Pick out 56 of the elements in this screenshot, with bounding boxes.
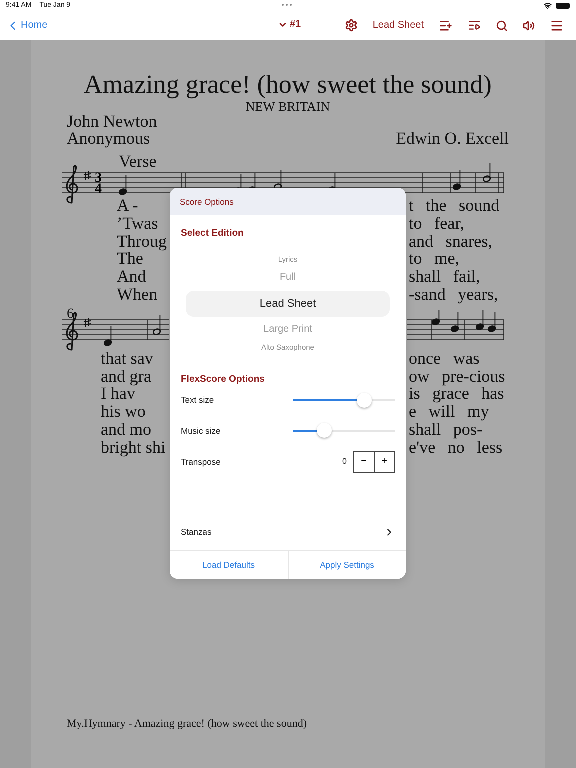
transpose-label: Transpose xyxy=(181,456,221,466)
lyric-text: The xyxy=(117,249,144,268)
composer-name: Edwin O. Excell xyxy=(396,130,509,147)
hymn-number-dropdown[interactable]: #1 xyxy=(278,19,302,30)
menu-icon[interactable] xyxy=(550,18,564,32)
transpose-value: 0 xyxy=(342,457,347,466)
lyric-text: Throug xyxy=(117,232,168,251)
edition-option[interactable]: Full xyxy=(186,267,390,289)
author-name: John Newton xyxy=(67,113,158,130)
back-link[interactable]: Home xyxy=(6,18,48,32)
lyric-text: his wo xyxy=(101,402,146,422)
settings-icon[interactable] xyxy=(344,19,358,32)
lyric-text: and gra xyxy=(101,366,152,386)
playlist-add-icon[interactable] xyxy=(439,18,453,32)
footer-button[interactable]: Apply Settings xyxy=(288,551,406,579)
measure-number: 6 xyxy=(67,308,75,322)
tune-name: NEW BRITAIN xyxy=(244,100,332,113)
lyric-text: and mo xyxy=(101,420,152,439)
lyric-text: that sav xyxy=(101,348,154,368)
author-name: Anonymous xyxy=(67,130,152,147)
lyric-text: shall pos- xyxy=(409,420,483,439)
section-heading: Select Edition xyxy=(180,228,245,239)
hymn-title: Amazing grace! (how sweet the sound) xyxy=(83,70,493,100)
lyric-text: is grace has xyxy=(409,385,504,404)
lyric-text: And xyxy=(117,267,146,286)
speaker-icon[interactable] xyxy=(523,20,535,32)
edition-option[interactable]: Lead Sheet xyxy=(186,291,390,317)
lyric-text: shall fail, xyxy=(409,268,480,286)
slider-label: Music size xyxy=(181,426,221,436)
lyric-text: A - xyxy=(117,196,138,215)
lyric-text: once was xyxy=(409,350,480,368)
battery-icon xyxy=(556,2,570,8)
lyric-text: I hav xyxy=(101,384,136,404)
popover-title: Score Options xyxy=(180,196,234,206)
lyric-text: e've no less xyxy=(409,438,503,457)
stanzas-row[interactable]: Stanzas xyxy=(170,514,406,550)
lyric-text: t the sound xyxy=(409,197,500,215)
edition-link[interactable]: Lead Sheet xyxy=(372,20,424,31)
lyric-text: ow pre-cious xyxy=(409,368,506,386)
lyric-text: When xyxy=(117,284,158,304)
slider-label: Text size xyxy=(181,395,214,405)
playlist-play-icon[interactable] xyxy=(468,19,481,32)
lyric-text: and snares, xyxy=(409,232,493,250)
lyric-text: to fear, xyxy=(409,214,464,233)
section-label: Verse xyxy=(118,153,158,171)
page-footer: My.Hymnary - Amazing grace! (how sweet the sound) xyxy=(67,718,509,730)
wifi-icon xyxy=(544,2,552,10)
edition-option[interactable]: Large Print xyxy=(186,319,390,341)
section-heading: FlexScore Options xyxy=(180,374,266,385)
lyric-text: e will my xyxy=(409,403,490,421)
lyric-text: ’Twas xyxy=(117,214,158,233)
lyric-text: bright shi xyxy=(101,438,166,457)
lyric-text: to me, xyxy=(409,250,460,268)
lyric-text: -sand years, xyxy=(409,286,498,304)
search-icon[interactable] xyxy=(496,20,508,32)
footer-button[interactable]: Load Defaults xyxy=(170,551,288,579)
